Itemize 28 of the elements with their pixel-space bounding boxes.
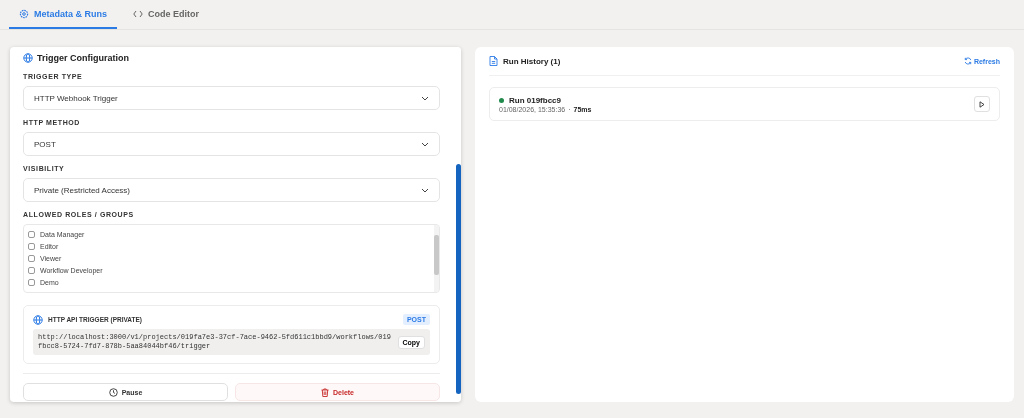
dropdown[interactable]: HTTP Webhook Trigger (23, 86, 440, 110)
globe-icon (23, 53, 33, 63)
dropdown[interactable]: Private (Restricted Access) (23, 178, 440, 202)
tab[interactable]: Metadata & Runs (9, 0, 117, 29)
document-icon (489, 56, 498, 66)
scrollbar[interactable] (434, 225, 439, 292)
checkbox[interactable] (28, 266, 35, 274)
dropdown[interactable]: POST (23, 132, 440, 156)
clock-icon (108, 387, 118, 397)
refresh-icon (963, 57, 972, 65)
scrollbar[interactable] (456, 47, 461, 402)
globe-icon (33, 314, 43, 325)
checkbox[interactable] (28, 230, 35, 238)
checkbox[interactable] (28, 254, 35, 262)
tab[interactable]: Code Editor (123, 0, 209, 29)
chevron-down-icon (421, 95, 429, 101)
chevron-down-icon (421, 187, 429, 193)
play-button[interactable] (974, 96, 990, 112)
checkbox[interactable] (28, 242, 35, 250)
panel-title: Trigger Configuration (37, 53, 129, 63)
checkbox[interactable] (28, 278, 35, 286)
trash-icon (321, 387, 329, 397)
run-name: Run 019fbcc9 (509, 95, 562, 105)
chevron-down-icon (421, 141, 429, 147)
gear-icon (19, 8, 29, 19)
code-icon (133, 9, 143, 18)
panel-title: Run History (1) (503, 56, 562, 66)
play-icon (979, 100, 985, 108)
